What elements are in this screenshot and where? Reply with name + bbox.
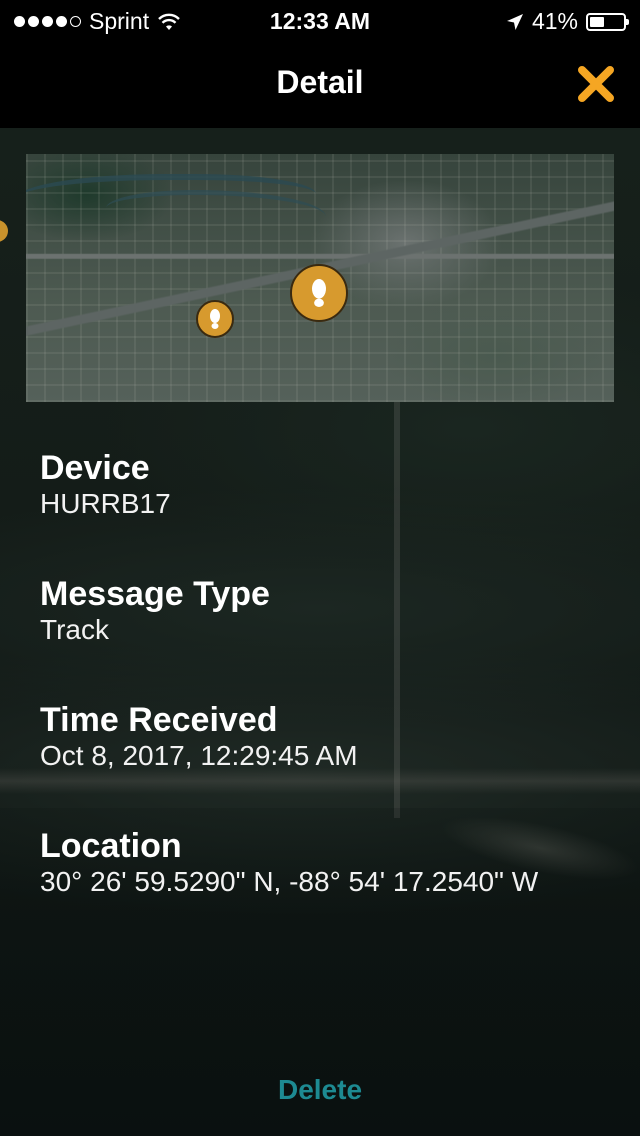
time-received-label: Time Received <box>40 701 278 739</box>
message-type-section: Message Type Track <box>40 574 270 646</box>
device-value: HURRB17 <box>40 488 171 519</box>
time-received-section: Time Received Oct 8, 2017, 12:29:45 AM <box>40 700 358 772</box>
location-section: Location 30° 26' 59.5290" N, -88° 54' 17… <box>40 826 538 898</box>
page-title: Detail <box>276 64 364 100</box>
location-label: Location <box>40 827 182 865</box>
close-icon <box>578 66 614 102</box>
footprint-icon <box>210 309 220 329</box>
close-button[interactable] <box>568 60 624 108</box>
delete-button[interactable]: Delete <box>0 1074 640 1106</box>
message-type-label: Message Type <box>40 575 270 613</box>
battery-percent: 41% <box>531 8 578 34</box>
footprint-icon <box>312 279 326 307</box>
bridge-road <box>394 398 400 818</box>
navigation-bar: Detail <box>0 40 640 128</box>
time-received-value: Oct 8, 2017, 12:29:45 AM <box>40 740 358 771</box>
offscreen-map-pin[interactable] <box>0 220 8 242</box>
location-arrow-icon <box>506 13 523 30</box>
message-type-value: Track <box>40 614 109 645</box>
device-section: Device HURRB17 <box>40 448 171 520</box>
status-right: 41% <box>506 8 629 35</box>
device-label: Device <box>40 449 150 487</box>
current-track-pin[interactable] <box>290 264 348 322</box>
location-map[interactable] <box>26 154 614 402</box>
battery-icon <box>586 12 629 31</box>
track-pin[interactable] <box>196 300 234 338</box>
status-bar: Sprint 12:33 AM 41% <box>0 0 640 40</box>
location-value: 30° 26' 59.5290" N, -88° 54' 17.2540" W <box>40 866 539 897</box>
